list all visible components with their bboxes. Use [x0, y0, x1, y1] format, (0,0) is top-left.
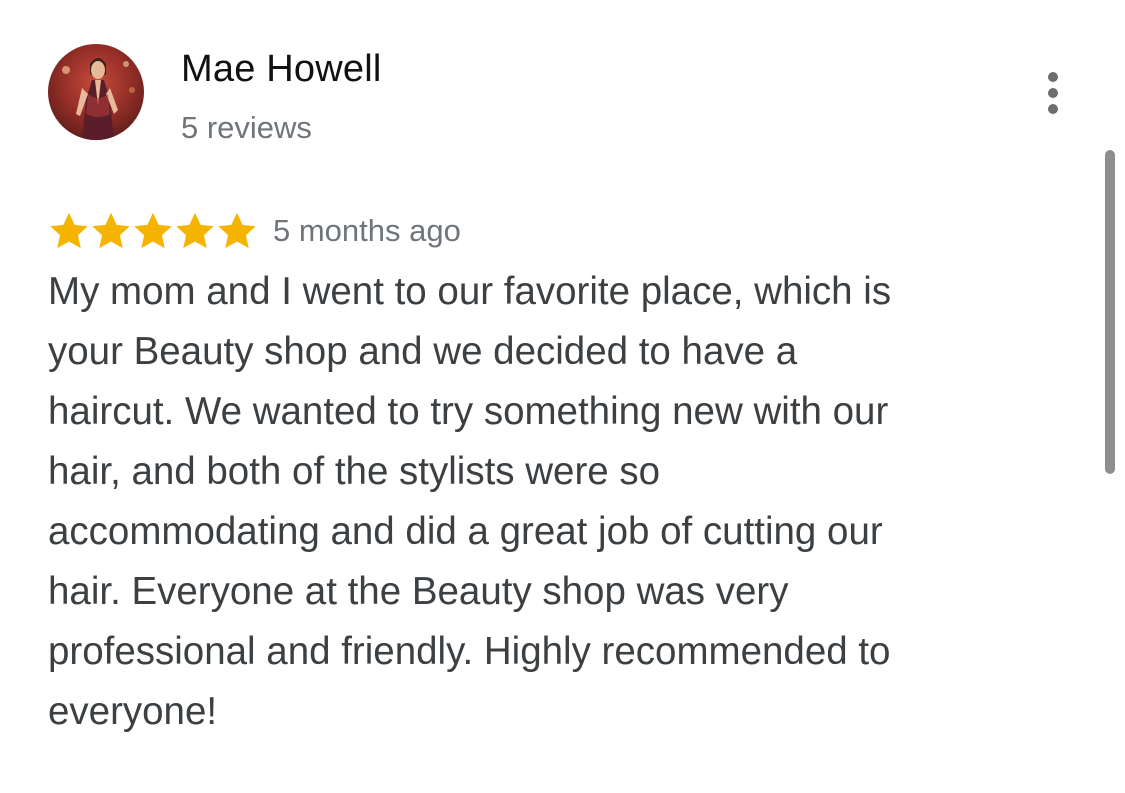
star-icon [218, 212, 256, 249]
star-icon [134, 212, 172, 249]
review-date: 5 months ago [273, 213, 461, 248]
star-rating [48, 210, 258, 252]
star-icon [50, 212, 88, 249]
scrollbar-thumb[interactable] [1105, 150, 1115, 474]
more-options-button[interactable] [1032, 66, 1074, 120]
reviewer-review-count[interactable]: 5 reviews [181, 108, 312, 148]
review-body-text: My mom and I went to our favorite place,… [48, 270, 892, 733]
reviewer-name[interactable]: Mae Howell [181, 44, 382, 94]
star-icon [176, 212, 214, 249]
rating-row: 5 months ago [48, 208, 461, 254]
more-vertical-icon [1048, 72, 1058, 114]
person-photo-avatar-icon [48, 44, 144, 140]
star-icon [92, 212, 130, 249]
review-card: Mae Howell 5 reviews 5 months ago My mom… [0, 0, 1125, 793]
avatar[interactable] [48, 44, 144, 140]
